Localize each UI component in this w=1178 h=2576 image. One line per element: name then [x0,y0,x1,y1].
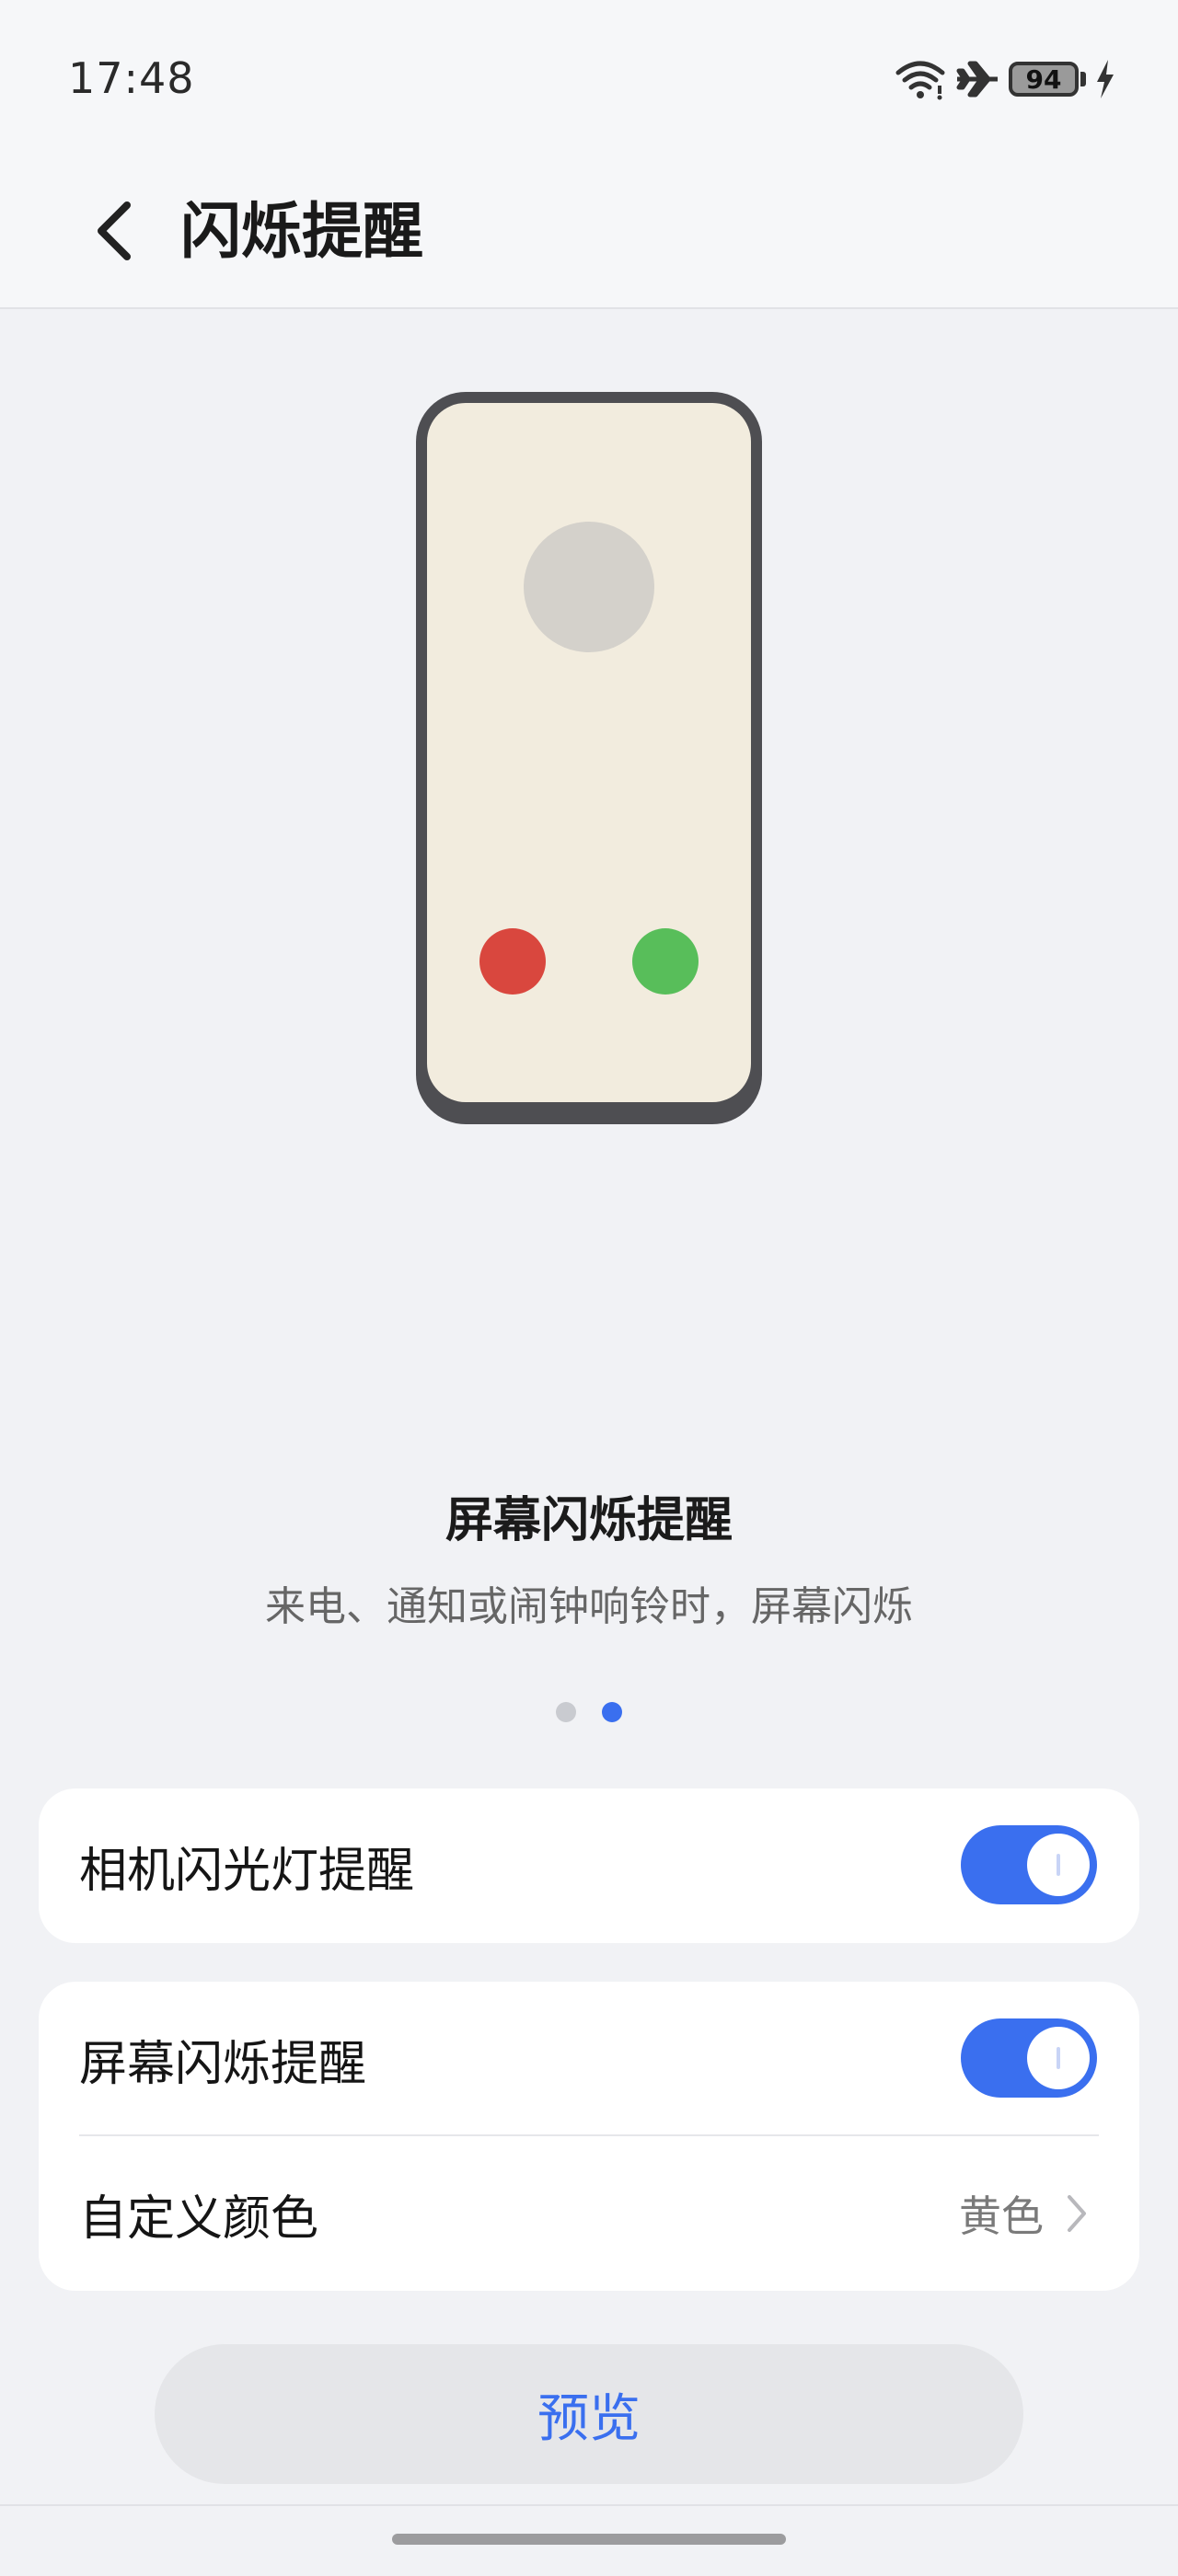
screen-flash-toggle[interactable] [961,2018,1097,2098]
page-indicator [0,1702,1178,1722]
status-bar: 17:48 94 [0,0,1178,156]
wifi-icon [895,61,945,100]
feature-description: 来电、通知或闹钟响铃时，屏幕闪烁 [265,1583,913,1630]
camera-flash-row[interactable]: 相机闪光灯提醒 [39,1788,1139,1943]
page-title: 闪烁提醒 [180,196,423,267]
battery-level: 94 [1025,63,1062,95]
custom-color-value: 黄色 [959,2191,1044,2241]
status-icons: 94 [895,55,1115,103]
decline-call-icon [479,928,546,995]
battery-icon: 94 [1009,62,1086,97]
camera-flash-label: 相机闪光灯提醒 [79,1843,415,1899]
bottom-divider [0,2504,1178,2506]
screen-flash-label: 屏幕闪烁提醒 [79,2036,367,2092]
home-indicator[interactable] [392,2534,786,2545]
page-header: 闪烁提醒 [0,156,1178,309]
camera-flash-toggle[interactable] [961,1825,1097,1904]
chevron-right-icon [1068,2195,1086,2232]
status-time: 17:48 [68,53,195,103]
custom-color-row[interactable]: 自定义颜色 黄色 [39,2136,1139,2291]
phone-screen [427,403,751,1102]
page-dot-1[interactable] [556,1702,576,1722]
back-arrow-icon[interactable] [88,189,144,271]
feature-title: 屏幕闪烁提醒 [445,1493,733,1548]
caller-avatar [524,522,654,652]
phone-illustration [416,392,762,1124]
page-dot-2-active[interactable] [602,1702,622,1722]
screen-flash-card: 屏幕闪烁提醒 自定义颜色 黄色 [39,1982,1139,2291]
camera-flash-card: 相机闪光灯提醒 [39,1788,1139,1943]
airplane-mode-icon [956,61,998,98]
accept-call-icon [632,928,699,995]
screen-flash-row[interactable]: 屏幕闪烁提醒 [39,1982,1139,2136]
preview-button[interactable]: 预览 [155,2344,1023,2484]
charging-icon [1097,60,1114,98]
custom-color-label: 自定义颜色 [79,2191,319,2247]
